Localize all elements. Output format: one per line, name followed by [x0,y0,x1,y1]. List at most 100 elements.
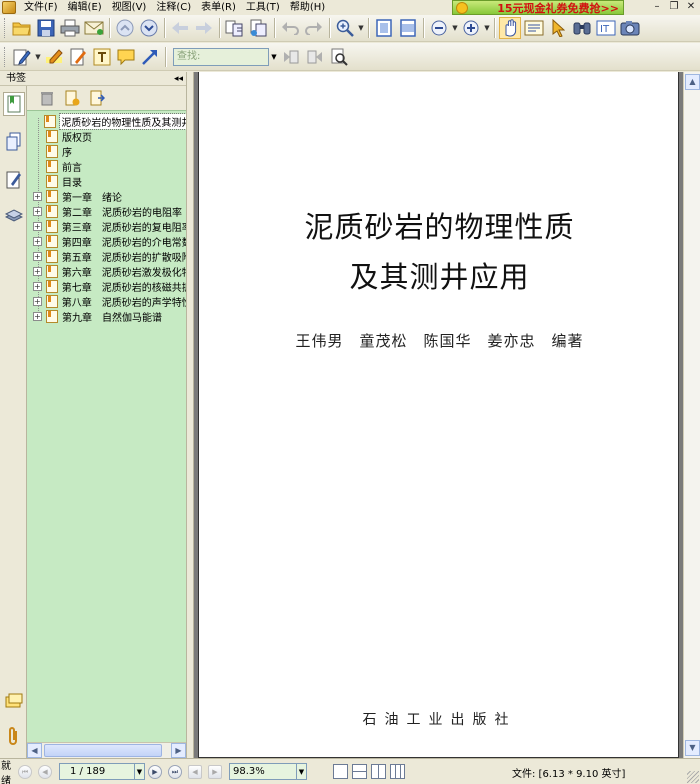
search-dropdown[interactable]: ▼ [269,48,279,66]
zoom-level-dropdown[interactable]: ▼ [297,763,307,780]
text-tool-button[interactable] [91,46,113,68]
menu-form[interactable]: 表单(R) [196,0,241,15]
nav-back-button[interactable]: ◀ [188,764,202,779]
advanced-search-button[interactable] [328,46,350,68]
bookmarks-tab[interactable] [3,92,25,116]
expand-toggle[interactable]: + [33,252,42,261]
bookmark-item-chapter8[interactable]: + 第八章 泥质砂岩的声学特性 [27,294,186,309]
delete-bookmark-button[interactable] [37,88,57,108]
open-folder-button[interactable] [11,17,33,39]
app-icon[interactable] [2,1,16,14]
layers-tab[interactable] [3,204,25,228]
prev-view-button[interactable] [114,17,136,39]
zoom-out-button[interactable] [428,17,450,39]
bookmark-item-chapter9[interactable]: + 第九章 自然伽马能谱 [27,309,186,324]
toolbar-grip[interactable] [4,46,7,67]
scroll-down-icon[interactable]: ▼ [685,740,700,756]
save-button[interactable] [35,17,57,39]
scroll-left-icon[interactable]: ◀ [27,743,42,758]
annotations-tab[interactable] [3,168,25,192]
nav-forward-button[interactable]: ▶ [208,764,222,779]
minimize-button[interactable]: – [650,0,664,14]
attachments-tab[interactable] [3,724,25,748]
page-number-dropdown[interactable]: ▼ [135,763,145,780]
restore-button[interactable]: ❐ [667,0,681,14]
collapse-pane-icon[interactable]: ◂◂ [174,72,183,86]
expand-bookmark-button[interactable] [87,88,107,108]
menu-view[interactable]: 视图(V) [107,0,152,15]
comment-button[interactable] [115,46,137,68]
new-bookmark-button[interactable] [62,88,82,108]
find-button[interactable] [571,17,593,39]
toolbar-grip[interactable] [4,18,7,38]
expand-toggle[interactable]: + [33,207,42,216]
zoom-out-dropdown[interactable]: ▼ [451,24,459,32]
bookmark-item-chapter1[interactable]: + 第一章 绪论 [27,189,186,204]
bookmark-item-contents[interactable]: 目录 [27,174,186,189]
undo-button[interactable] [279,17,301,39]
menu-help[interactable]: 帮助(H) [285,0,330,15]
expand-toggle[interactable]: + [33,282,42,291]
bookmark-item-chapter5[interactable]: + 第五章 泥质砂岩的扩散吸附电位 [27,249,186,264]
zoom-tool-dropdown[interactable]: ▼ [357,24,365,32]
hand-tool-button[interactable] [499,17,521,39]
print-button[interactable] [59,17,81,39]
note-tool-dropdown[interactable]: ▼ [34,53,42,61]
highlight-button[interactable] [43,46,65,68]
find-next-button[interactable] [304,46,326,68]
ad-banner[interactable]: 15元现金礼券免费抢>> [452,0,624,15]
first-page-button[interactable]: ⏮ [18,764,32,779]
pen-button[interactable] [67,46,89,68]
bookmark-item-chapter7[interactable]: + 第七章 泥质砂岩的核磁共振 [27,279,186,294]
menu-comment[interactable]: 注释(C) [151,0,196,15]
find-previous-button[interactable] [280,46,302,68]
bookmark-item-copyright[interactable]: 版权页 [27,129,186,144]
bookmark-item-chapter4[interactable]: + 第四章 泥质砂岩的介电常数 [27,234,186,249]
expand-toggle[interactable]: + [33,192,42,201]
fit-page-button[interactable] [373,17,395,39]
facing-view-button[interactable] [371,764,386,779]
bookmark-item-preface[interactable]: 序 [27,144,186,159]
close-button[interactable]: ✕ [684,0,698,14]
next-view-button[interactable] [138,17,160,39]
back-button[interactable] [169,17,191,39]
expand-toggle[interactable]: + [33,267,42,276]
note-tool-button[interactable] [11,46,33,68]
document-view[interactable]: 泥质砂岩的物理性质 及其测井应用 王伟男 童茂松 陈国华 姜亦忠 编著 石油工业… [194,72,683,758]
typewriter-button[interactable]: IT [595,17,617,39]
scroll-right-icon[interactable]: ▶ [171,743,186,758]
email-button[interactable] [83,17,105,39]
single-page-view-button[interactable] [333,764,348,779]
menu-file[interactable]: 文件(F) [19,0,63,15]
comments-tab[interactable] [3,690,25,714]
bookmark-horizontal-scrollbar[interactable]: ◀ ▶ [27,742,186,758]
bookmark-item-chapter2[interactable]: + 第二章 泥质砂岩的电阻率 [27,204,186,219]
continuous-view-button[interactable] [352,764,367,779]
last-page-button[interactable]: ⏭ [168,764,182,779]
extract-pages-button[interactable] [224,17,246,39]
expand-toggle[interactable]: + [33,312,42,321]
expand-toggle[interactable]: + [33,297,42,306]
next-page-button[interactable]: ▶ [148,764,162,779]
menu-edit[interactable]: 编辑(E) [63,0,107,15]
pane-splitter[interactable] [186,72,194,758]
bookmark-item-chapter6[interactable]: + 第六章 泥质砂岩激发极化特性 [27,264,186,279]
expand-toggle[interactable]: + [33,222,42,231]
continuous-facing-view-button[interactable] [390,764,405,779]
expand-toggle[interactable]: + [33,237,42,246]
menu-tools[interactable]: 工具(T) [241,0,285,15]
pages-tab[interactable] [3,130,25,154]
bookmark-item-chapter3[interactable]: + 第三章 泥质砂岩的复电阻率 [27,219,186,234]
select-tool-button[interactable] [547,17,569,39]
scroll-thumb[interactable] [44,744,162,757]
fit-width-button[interactable] [397,17,419,39]
scroll-up-icon[interactable]: ▲ [685,74,700,90]
zoom-level-input[interactable]: 98.3% [229,763,297,780]
bookmark-item-foreword[interactable]: 前言 [27,159,186,174]
arrow-tool-button[interactable] [139,46,161,68]
bookmark-item-cover[interactable]: 泥质砂岩的物理性质及其测井应用 [27,113,186,130]
select-text-button[interactable] [523,17,545,39]
insert-pages-button[interactable] [248,17,270,39]
redo-button[interactable] [303,17,325,39]
page-number-input[interactable]: 1 / 189 [59,763,135,780]
